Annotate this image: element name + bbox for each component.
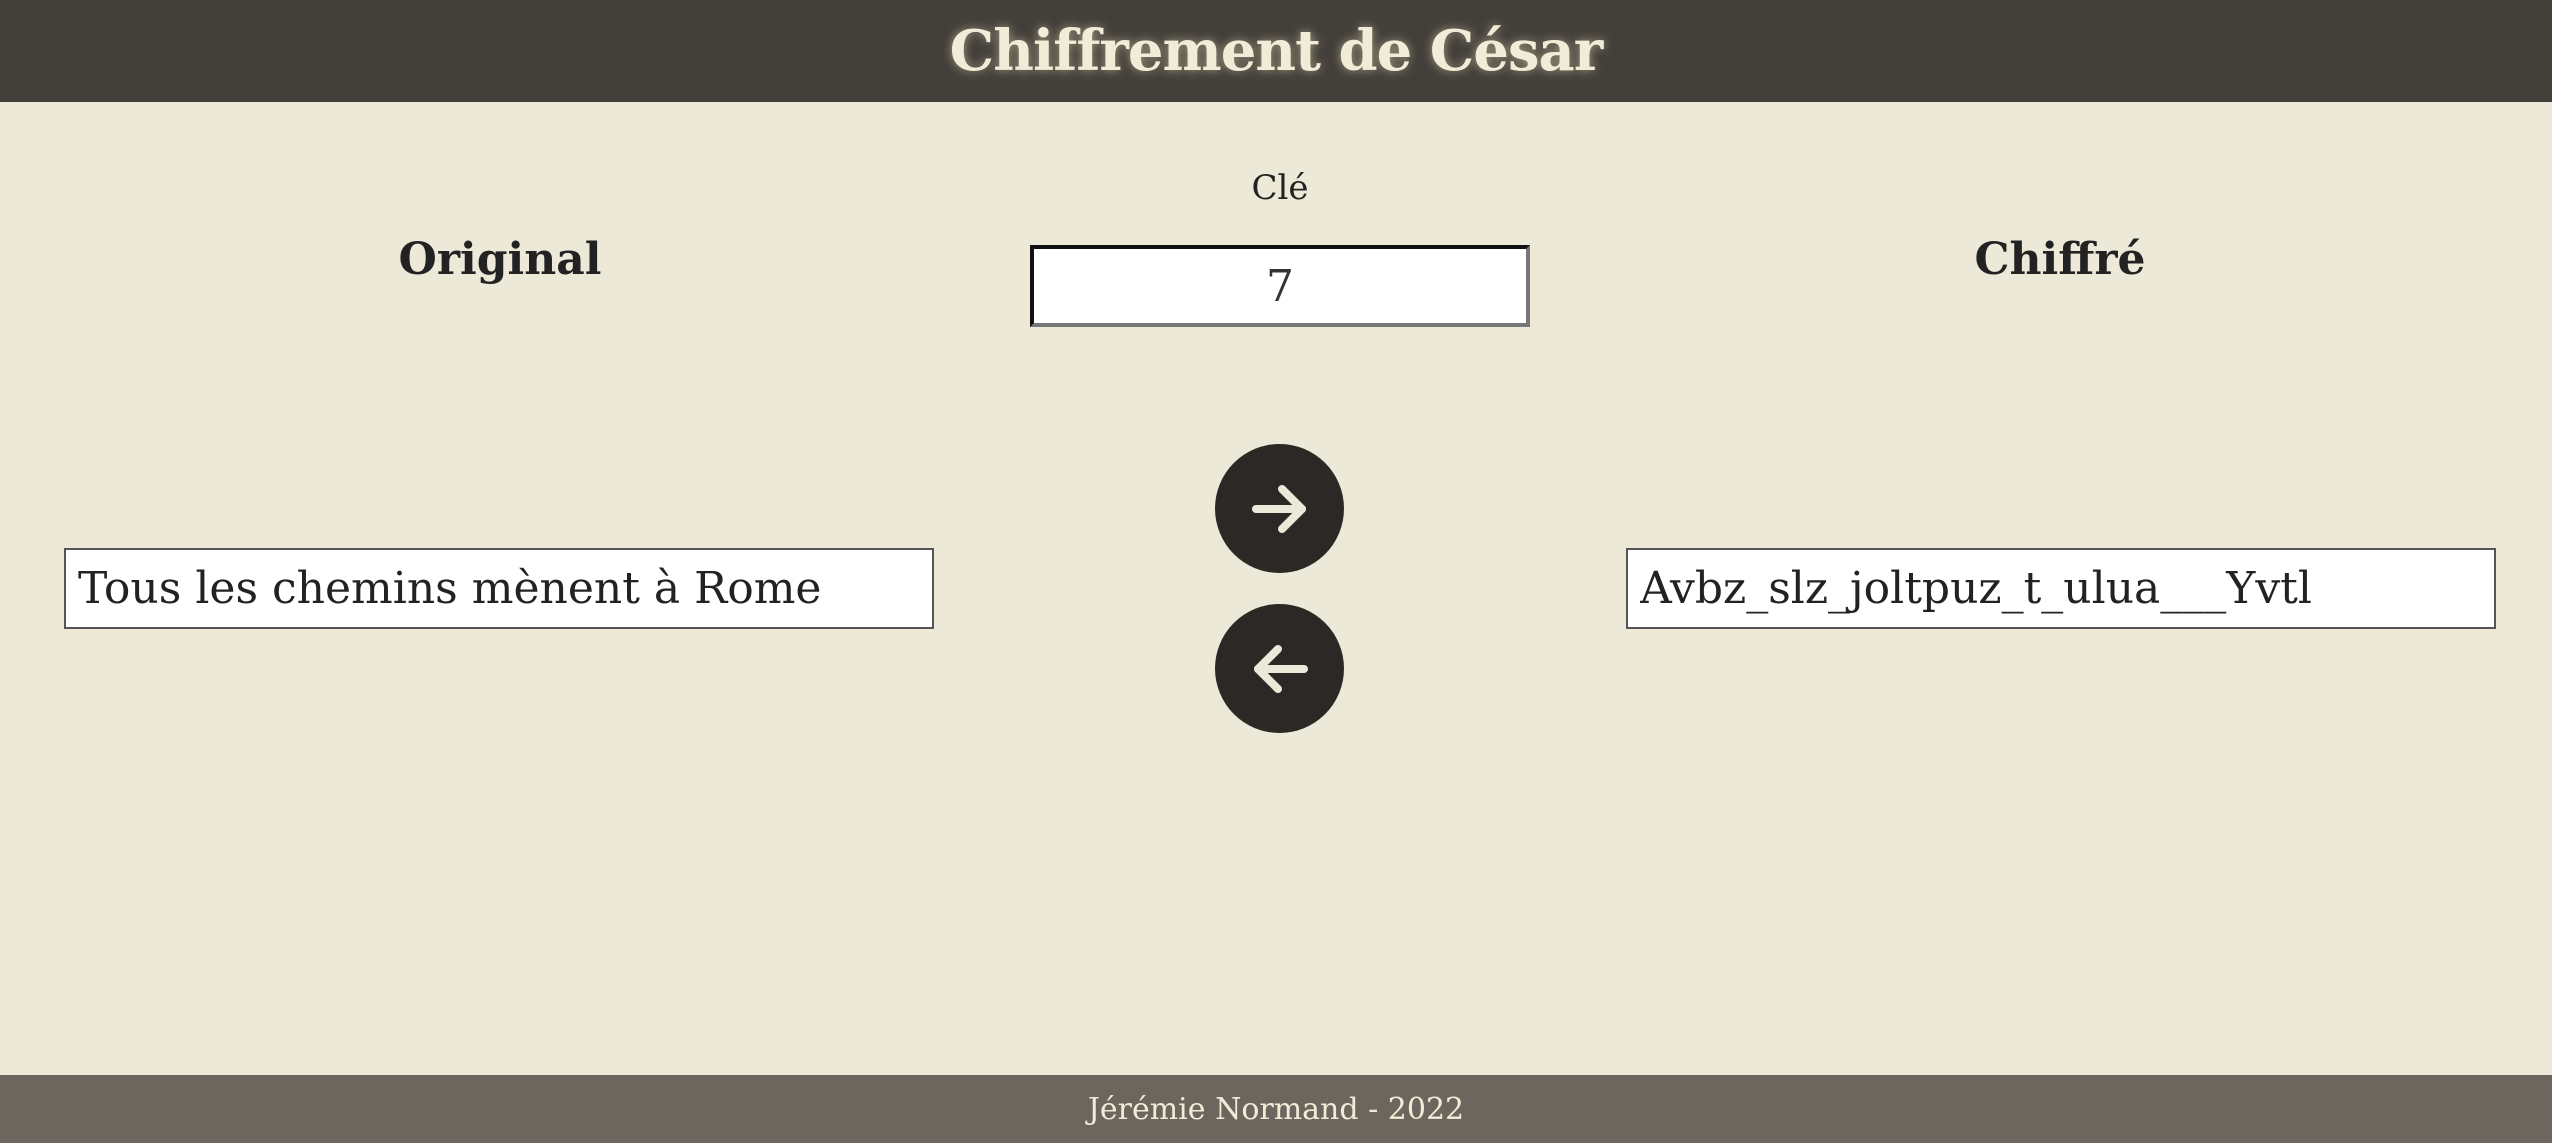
arrow-left-icon [1253, 644, 1308, 693]
original-label: Original [398, 234, 602, 285]
key-input[interactable] [1030, 245, 1530, 327]
decrypt-button[interactable] [1215, 604, 1344, 733]
footer: Jérémie Normand - 2022 [0, 1075, 2552, 1143]
encrypted-label: Chiffré [1974, 234, 2146, 285]
footer-credit: Jérémie Normand - 2022 [1087, 1091, 1465, 1127]
page-title: Chiffrement de César [949, 18, 1604, 84]
app-header: Chiffrement de César [0, 0, 2552, 102]
key-label: Clé [1251, 168, 1309, 208]
original-text-field[interactable] [64, 548, 934, 629]
encrypt-button[interactable] [1215, 444, 1344, 573]
arrow-right-icon [1251, 484, 1306, 533]
encrypted-text-field[interactable] [1626, 548, 2496, 629]
